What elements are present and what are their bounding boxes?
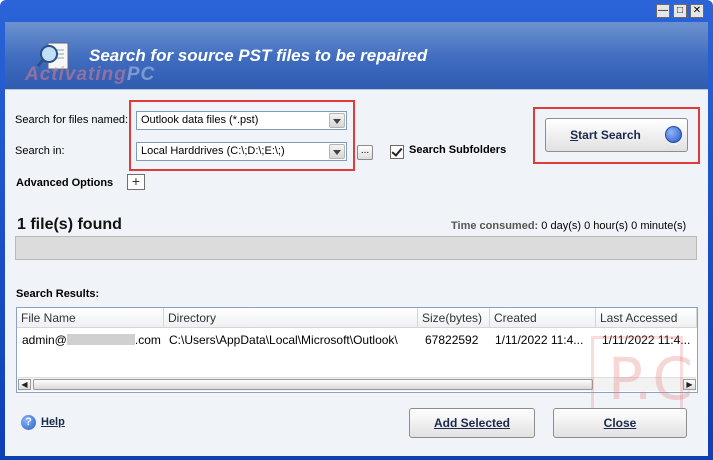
subfolders-checkbox[interactable] bbox=[390, 145, 404, 159]
column-header-file-name[interactable]: File Name bbox=[17, 308, 164, 328]
subfolders-label: Search Subfolders bbox=[409, 144, 507, 156]
files-found-count: 1 file(s) found bbox=[17, 216, 122, 233]
start-search-button[interactable]: Start Search bbox=[545, 118, 688, 158]
files-named-label: Search for files named: bbox=[15, 114, 129, 126]
search-progress-bar bbox=[15, 236, 697, 260]
help-icon[interactable]: ? bbox=[21, 415, 36, 430]
scroll-left-icon[interactable]: ◀ bbox=[18, 379, 31, 390]
table-row-created[interactable]: 1/11/2022 11:4... bbox=[495, 333, 593, 347]
arrow-right-icon bbox=[665, 126, 682, 158]
minimize-button[interactable]: — bbox=[656, 4, 670, 18]
dialog-client: Search for source PST files to be repair… bbox=[5, 22, 708, 456]
table-row-file-name[interactable]: admin@ .com bbox=[22, 333, 162, 347]
scrollbar-thumb[interactable] bbox=[33, 379, 593, 390]
column-header-size[interactable]: Size(bytes) bbox=[418, 308, 490, 328]
table-row-directory[interactable]: C:\Users\AppData\Local\Microsoft\Outlook… bbox=[169, 333, 415, 347]
add-selected-button[interactable]: Add Selected bbox=[409, 408, 535, 438]
close-window-button[interactable]: ✕ bbox=[690, 4, 704, 18]
highlight-box-search-fields bbox=[129, 100, 355, 171]
column-header-created[interactable]: Created bbox=[490, 308, 596, 328]
header-banner: Search for source PST files to be repair… bbox=[5, 22, 708, 90]
help-link[interactable]: Help bbox=[41, 416, 65, 428]
advanced-options-toggle[interactable]: + bbox=[127, 174, 145, 190]
close-button[interactable]: Close bbox=[553, 408, 687, 438]
app-window: — □ ✕ Search for source PST files to be … bbox=[0, 0, 713, 460]
advanced-options-label: Advanced Options bbox=[16, 177, 114, 189]
redacted-text bbox=[66, 334, 135, 345]
table-row-size[interactable]: 67822592 bbox=[425, 333, 489, 347]
column-header-directory[interactable]: Directory bbox=[164, 308, 418, 328]
search-in-label: Search in: bbox=[15, 145, 65, 157]
results-label: Search Results: bbox=[16, 288, 100, 300]
column-header-last-accessed[interactable]: Last Accessed bbox=[596, 308, 697, 328]
time-consumed: Time consumed: 0 day(s) 0 hour(s) 0 minu… bbox=[451, 220, 687, 232]
banner-title: Search for source PST files to be repair… bbox=[89, 46, 428, 65]
browse-button[interactable]: ... bbox=[357, 145, 373, 160]
watermark-logo: ActivatingPC bbox=[25, 64, 156, 85]
maximize-button[interactable]: □ bbox=[673, 4, 687, 18]
title-bar: — □ ✕ bbox=[0, 0, 713, 22]
